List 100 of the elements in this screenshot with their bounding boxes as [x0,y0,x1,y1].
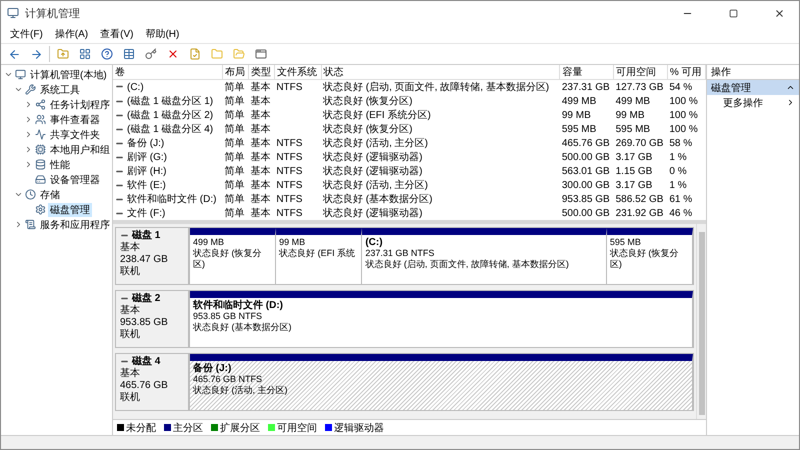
table-cell: 127.73 GB [614,80,668,94]
tree-item[interactable]: 设备管理器 [48,172,102,186]
app-icon [7,7,19,19]
disk-info-panel[interactable]: 磁盘 2 基本 953.85 GB 联机 [115,290,189,348]
table-cell-text: 61 % [668,192,694,206]
tree-item[interactable]: 计算机管理(本地) [28,68,109,82]
table-cell-text: 基本 [249,122,272,136]
tree-node-icon [15,69,26,80]
column-header[interactable]: 容量 [560,65,614,80]
table-cell-text: 1 % [668,150,688,164]
column-header[interactable]: 布局 [222,65,248,80]
table-cell-text: 0 % [668,164,688,178]
tree-node-icon [25,84,36,95]
partition-label: 软件和临时文件 (D:) [193,300,284,311]
folder-icon [211,48,223,60]
tree-node-icon [35,204,46,215]
column-header[interactable]: 文件系统 [274,65,322,80]
table-cell-text: 499 MB [614,94,652,108]
table-cell-text: 58 % [668,136,694,150]
volume-name: 软件 (E:) [127,180,166,191]
maximize-icon [728,8,738,18]
disk-type: 基本 [120,242,141,254]
table-cell-text: 231.92 GB [614,206,664,220]
table-cell-text: 1.15 GB [614,164,654,178]
tree-item[interactable]: 系统工具 [38,82,82,96]
tree-item[interactable]: 磁盘管理 [48,202,92,216]
legend-label: 逻辑驱动器 [334,422,384,435]
partition-block[interactable]: (C:) 237.31 GB NTFS 状态良好 (启动, 页面文件, 故障转储, 基本数据分区) [362,228,607,284]
tree-node-icon [25,189,36,200]
tree-node-icon [35,114,46,125]
section-label: 磁盘管理 [711,82,751,94]
legend-label: 主分区 [173,422,203,435]
table-cell-text: 500.00 GB [560,206,611,220]
volume-name: 备份 (J:) [127,138,164,149]
table-cell-text: 简单 [223,192,246,206]
volume-name: (C:) [127,82,144,92]
tree-node-icon [35,129,46,140]
table-cell-text: 简单 [223,108,246,122]
tree-item[interactable]: 事件查看器 [48,112,102,126]
tree-item[interactable]: 服务和应用程序 [38,218,112,232]
menu-item[interactable]: 文件(F) [5,27,48,41]
disk-type: 基本 [120,368,141,380]
partition-block[interactable]: 595 MB 状态良好 (恢复分区) [606,228,694,284]
table-cell-text: 简单 [223,150,246,164]
table-cell-text: 3.17 GB [614,150,654,164]
tree-item[interactable]: 本地用户和组 [48,142,112,156]
column-header[interactable]: 可用空间 [614,65,668,80]
tree-node-icon [35,159,46,170]
table-cell-text: 简单 [223,94,246,108]
tree-item[interactable]: 存储 [38,188,62,202]
partition-label: (C:) [365,236,384,248]
disk-info-panel[interactable]: 磁盘 1 基本 238.47 GB 联机 [115,226,189,285]
table-cell: NTFS [274,80,322,94]
column-header[interactable]: 类型 [248,65,274,80]
table-cell-text: 99 MB [614,108,646,122]
table-cell-text: 499 MB [560,94,598,108]
tree-item[interactable]: 任务计划程序 [48,98,112,112]
partition-size: 499 MB [193,236,226,248]
scrollbar[interactable] [696,224,706,420]
open-folder-icon [233,48,245,60]
partition-size: 465.76 GB NTFS [193,374,264,385]
disk-name: 磁盘 4 [132,356,160,368]
partition-block[interactable]: 备份 (J:) 465.76 GB NTFS 状态良好 (活动, 主分区) [190,354,693,410]
column-header[interactable]: % 可用 [667,65,706,80]
column-header[interactable]: 卷 [113,65,222,80]
table-cell-text: 586.52 GB [614,192,664,206]
menu-item[interactable]: 帮助(H) [140,27,184,41]
disk-type: 基本 [120,304,141,317]
table-cell-text: 状态良好 (恢复分区) [322,122,414,136]
partition-block[interactable]: 99 MB 状态良好 (EFI 系统 [276,228,362,284]
table-cell-text: 基本 [249,206,272,220]
disk-status: 联机 [120,392,141,404]
partition-label: 备份 (J:) [193,362,232,374]
disk-status: 联机 [120,328,141,341]
folder-up-icon [57,48,69,60]
partition-block[interactable]: 499 MB 状态良好 (恢复分区) [190,228,276,284]
tree-item[interactable]: 共享文件夹 [48,128,102,142]
disk-size: 238.47 GB [120,254,169,266]
disk-info-panel[interactable]: 磁盘 4 基本 465.76 GB 联机 [115,352,189,411]
grid-icon [79,48,91,60]
table-cell-text: NTFS [275,136,304,150]
column-header[interactable]: 状态 [321,65,560,80]
key-icon [145,48,157,60]
table-cell-text: NTFS [275,178,304,192]
tree-item[interactable]: 性能 [48,158,72,172]
table-cell-text: NTFS [275,192,304,206]
menu-item[interactable]: 操作(A) [50,27,94,41]
action-link[interactable]: 更多操作 [723,96,763,110]
help-icon [101,48,113,60]
table-cell-text: 基本 [249,192,272,206]
menu-item[interactable]: 查看(V) [95,27,138,41]
partition-size: 953.85 GB NTFS [193,310,264,322]
table-cell: 237.31 GB [560,80,614,94]
table-cell-text: 状态良好 (活动, 主分区) [322,136,430,150]
table-cell-text: 595 MB [614,122,652,136]
table-cell-text: 状态良好 (活动, 主分区) [322,178,430,192]
actions-section[interactable]: 磁盘管理 [707,80,799,95]
partition-block[interactable]: 软件和临时文件 (D:) 953.85 GB NTFS 状态良好 (基本数据分区) [190,290,693,347]
legend-label: 扩展分区 [220,422,260,435]
tree-node-icon [25,219,36,230]
